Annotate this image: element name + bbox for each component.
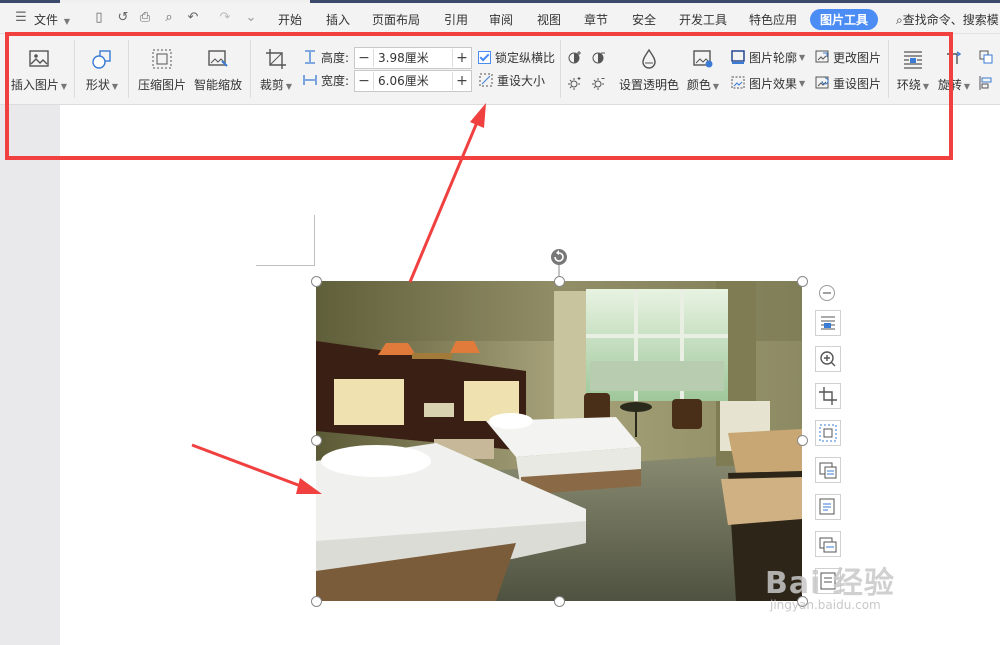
picture-frame-button[interactable] [815,420,841,446]
tab-references[interactable]: 引用 [444,11,468,28]
resize-handle-top-right[interactable] [797,276,808,287]
selected-picture[interactable] [316,281,802,601]
redo-icon[interactable]: ↷ [218,11,232,25]
picture-extract-button[interactable] [815,531,841,557]
undo-icon[interactable]: ↶ [186,11,200,25]
tab-insert[interactable]: 插入 [326,11,350,28]
menu-bar: ☰ 文件 ▼ ▯ ↺ ⎙ ⌕ ↶ ↷ ⌄ 开始 插入 页面布局 引用 审阅 视图… [0,3,1000,34]
tab-developer[interactable]: 开发工具 [679,11,727,28]
resize-handle-bottom-left[interactable] [311,596,322,607]
align-button[interactable] [978,73,997,93]
resize-handle-top-left[interactable] [311,276,322,287]
extract-icon [819,537,837,553]
tab-page-layout[interactable]: 页面布局 [372,11,420,28]
resize-handle-top[interactable] [554,276,565,287]
crop-tool-button[interactable] [815,383,841,409]
layout-options-button[interactable] [815,310,841,336]
margin-corner-mark [256,215,315,266]
tab-picture-tools[interactable]: 图片工具 [810,9,879,30]
arrange-forward-button[interactable] [978,47,997,67]
hamburger-menu-icon[interactable]: ☰ [14,11,28,25]
print-preview-icon[interactable]: ⌕ [162,11,176,25]
search-icon: ⌕ [896,13,903,27]
wrap-options-icon [821,316,835,330]
tab-home[interactable]: 开始 [278,11,302,28]
tab-special-apps[interactable]: 特色应用 [749,11,797,28]
left-gutter [0,105,60,645]
picture-to-text-button[interactable] [815,457,841,483]
collapse-toolbar-icon[interactable] [818,284,836,302]
resize-handle-left[interactable] [311,435,322,446]
resize-handle-bottom[interactable] [554,596,565,607]
tab-security[interactable]: 安全 [632,11,656,28]
search-command[interactable]: ⌕查找命令、搜索模 [896,11,999,28]
save-icon[interactable]: ▯ [92,11,106,25]
convert-icon [819,462,837,479]
watermark-url: jingyan.baidu.com [770,598,881,612]
crop-icon [819,387,837,405]
translate-icon [819,498,835,515]
zoom-picture-button[interactable] [815,346,841,372]
hotel-room-photo [316,281,802,601]
tab-view[interactable]: 视图 [537,11,561,28]
more-icon[interactable]: ⌄ [244,11,258,25]
zoom-in-icon [820,351,836,367]
file-menu[interactable]: 文件 ▼ [34,11,70,28]
frame-icon [819,424,837,442]
annotation-highlight-box [5,32,953,160]
baidu-watermark: Bai 经验 [765,566,895,601]
print-icon[interactable]: ⎙ [138,11,152,25]
align-icon [979,76,992,90]
export-icon[interactable]: ↺ [116,11,130,25]
resize-handle-right[interactable] [797,435,808,446]
tab-chapter[interactable]: 章节 [584,11,608,28]
picture-translate-button[interactable] [815,494,841,520]
tab-review[interactable]: 审阅 [489,11,513,28]
layers-icon [979,50,993,64]
